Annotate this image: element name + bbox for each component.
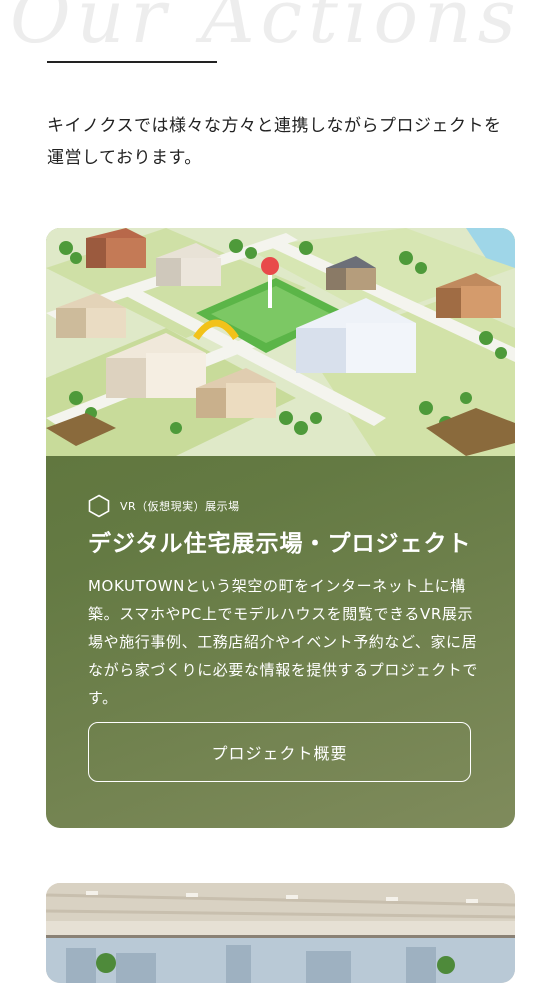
- category-label: VR（仮想現実）展示場: [120, 500, 240, 513]
- section-script-title: Our Actions: [10, 0, 522, 52]
- project-card: VR（仮想現実）展示場 デジタル住宅展示場・プロジェクト MOKUTOWNという…: [46, 228, 515, 828]
- second-project-card: [46, 883, 515, 983]
- heading-underline: [47, 61, 217, 63]
- project-description: MOKUTOWNという架空の町をインターネット上に構築。スマホやPC上でモデルハ…: [88, 577, 479, 707]
- project-title: デジタル住宅展示場・プロジェクト: [88, 531, 472, 557]
- project-overview-button[interactable]: プロジェクト概要: [88, 722, 471, 782]
- intro-text: キイノクスでは様々な方々と連携しながらプロジェクトを運営しております。: [47, 116, 502, 168]
- second-project-image: [46, 883, 515, 983]
- project-image: [46, 228, 515, 456]
- hexagon-icon: [88, 494, 110, 518]
- category-badge: VR（仮想現実）展示場: [88, 494, 240, 518]
